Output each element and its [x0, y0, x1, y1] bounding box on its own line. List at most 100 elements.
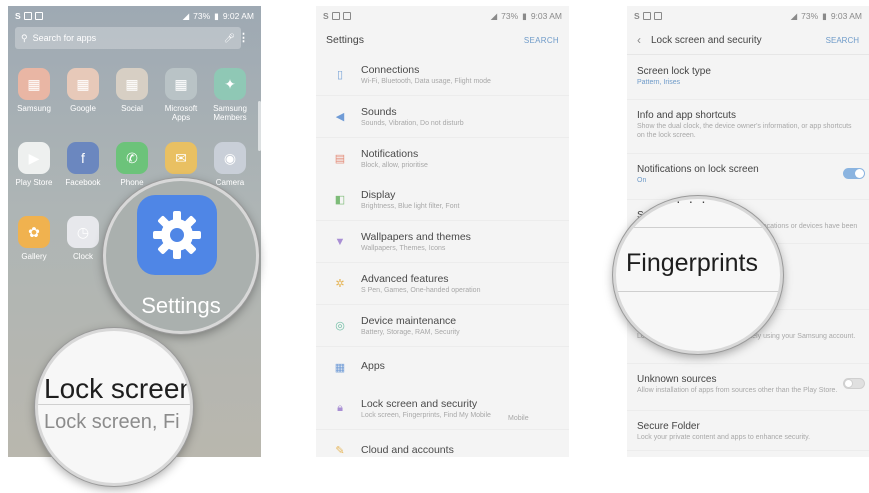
- settings-item-device-maintenance[interactable]: ◎ Device maintenance Battery, Storage, RAM…: [316, 304, 569, 347]
- samsung-folder-icon: ▦: [18, 68, 50, 100]
- app-search-bar[interactable]: ⚲ Search for apps 🎤︎: [15, 27, 241, 49]
- settings-item-text: Apps: [361, 360, 385, 374]
- settings-item-title: Apps: [361, 360, 385, 373]
- app-microsoft-folder[interactable]: ▦ Microsoft Apps: [156, 68, 206, 122]
- lock-item-secure-folder[interactable]: Secure Folder Lock your private content a…: [627, 411, 869, 451]
- battery-level: 73%: [801, 11, 819, 21]
- settings-item-connections[interactable]: ▯ Connections Wi-Fi, Bluetooth, Data usage…: [316, 54, 569, 96]
- settings-item-display[interactable]: ◧ Display Brightness, Blue light filter, F…: [316, 179, 569, 222]
- signal-icon: ◢: [182, 10, 190, 21]
- settings-item-key[interactable]: ✎ Cloud and accounts: [316, 430, 569, 457]
- settings-item-advanced-features[interactable]: ✲ Advanced features S Pen, Games, One-hand…: [316, 263, 569, 305]
- toggle-knob: [844, 379, 853, 388]
- status-carrier: S: [634, 11, 640, 21]
- app-label: Microsoft Apps: [164, 104, 198, 122]
- lock-item-title: Unknown sources: [637, 374, 717, 385]
- settings-item-title: Display: [361, 189, 396, 202]
- settings-item-subtitle: Block, allow, prioritise: [361, 161, 428, 169]
- battery-icon: ▮: [214, 10, 219, 21]
- play-store-icon: ▶: [18, 142, 50, 174]
- lock-item-notifications-on-lock-screen[interactable]: Notifications on lock screen On: [627, 154, 869, 200]
- scrollbar[interactable]: [258, 101, 261, 151]
- settings-item-text: Connections Wi-Fi, Bluetooth, Data usage,…: [361, 64, 491, 85]
- toggle-knob: [855, 169, 864, 178]
- magnified-fingerprints-label[interactable]: Fingerprints: [626, 249, 758, 278]
- search-icon: ⚲: [21, 32, 28, 43]
- app-label: Google: [70, 104, 96, 113]
- app-camera[interactable]: ◉ Camera: [205, 142, 255, 187]
- app-play-store[interactable]: ▶ Play Store: [9, 142, 59, 187]
- page-title: Settings: [326, 34, 364, 46]
- search-button[interactable]: SEARCH: [524, 36, 559, 45]
- settings-item-text: Cloud and accounts: [361, 444, 454, 457]
- unknown-sources-toggle[interactable]: [843, 378, 865, 389]
- gallery-icon: ✿: [18, 216, 50, 248]
- notifications-toggle[interactable]: [843, 168, 865, 179]
- settings-header: Settings SEARCH: [316, 26, 569, 55]
- app-label: Gallery: [21, 252, 47, 261]
- settings-item-text: Wallpapers and themes Wallpapers, Themes,…: [361, 231, 471, 252]
- settings-gear-icon[interactable]: [137, 195, 217, 275]
- notification-icon: [331, 12, 340, 20]
- phone-icon: ✆: [116, 142, 148, 174]
- camera-icon: ◉: [214, 142, 246, 174]
- divider: [616, 291, 780, 292]
- lock-item-subtitle: Show the dual clock, the device owner's …: [637, 123, 852, 139]
- app-clock[interactable]: ◷ Clock: [58, 216, 108, 261]
- status-bar: S ◢ 73% ▮ 9:03 AM: [627, 6, 869, 26]
- microsoft-folder-icon: ▦: [165, 68, 197, 100]
- lock-icon: 🔒︎: [337, 402, 343, 415]
- lock-item-unknown-sources[interactable]: Unknown sources Allow installation of app…: [627, 364, 869, 411]
- status-bar: S ◢ 73% ▮ 9:02 AM: [8, 6, 261, 26]
- app-samsung-folder[interactable]: ▦ Samsung: [9, 68, 59, 113]
- search-button[interactable]: SEARCH: [826, 36, 859, 45]
- settings-item-title: Device maintenance: [361, 314, 457, 327]
- notification-icon: [34, 12, 43, 20]
- more-options-icon[interactable]: ⋮: [238, 31, 249, 44]
- settings-item-lock[interactable]: 🔒︎ Lock screen and security Lock screen, F…: [316, 388, 569, 431]
- settings-item-apps[interactable]: ▦ Apps: [316, 346, 569, 389]
- app-label: Samsung: [17, 104, 51, 113]
- lock-item-screen-lock-type[interactable]: Screen lock type Pattern, Irises: [627, 56, 869, 100]
- settings-item-sounds[interactable]: ◀ Sounds Sounds, Vibration, Do not disturb: [316, 95, 569, 138]
- sounds-icon: ◀: [335, 110, 345, 123]
- magnified-lock-screen-subtitle: Lock screen, Fi: [44, 411, 180, 433]
- lock-item-info-and-app-shortcuts[interactable]: Info and app shortcuts Show the dual cloc…: [627, 100, 869, 154]
- signal-icon: ◢: [490, 10, 498, 21]
- back-icon[interactable]: ‹: [637, 33, 641, 47]
- settings-item-subtitle: Battery, Storage, RAM, Security: [361, 328, 460, 336]
- app-phone[interactable]: ✆ Phone: [107, 142, 157, 187]
- notification-icon: [653, 12, 662, 20]
- display-icon: ◧: [334, 194, 346, 207]
- app-label: Facebook: [65, 178, 101, 187]
- settings-item-text: Lock screen and security Lock screen, Fin…: [361, 398, 491, 419]
- lock-item-subtitle: Pattern, Irises: [637, 79, 681, 86]
- status-time: 9:03 AM: [530, 11, 562, 21]
- app-facebook[interactable]: f Facebook: [58, 142, 108, 187]
- app-google-folder[interactable]: ▦ Google: [58, 68, 108, 113]
- settings-item-wallpapers[interactable]: ▼ Wallpapers and themes Wallpapers, Themes…: [316, 221, 569, 264]
- notification-icon: [23, 12, 32, 20]
- app-samsung-members[interactable]: ✦ Samsung Members: [205, 68, 255, 122]
- mic-icon[interactable]: 🎤︎: [224, 33, 235, 44]
- settings-item-subtitle: Sounds, Vibration, Do not disturb: [361, 119, 464, 127]
- magnified-lock-screen-title: Lock screen: [44, 373, 193, 404]
- settings-item-subtitle: Lock screen, Fingerprints, Find My Mobil…: [361, 412, 491, 420]
- page-title: Lock screen and security: [651, 34, 762, 46]
- settings-item-notifications[interactable]: ▤ Notifications Block, allow, prioritise: [316, 137, 569, 180]
- settings-item-title: Advanced features: [361, 273, 449, 285]
- lock-item-title: Notifications on lock screen: [637, 164, 759, 175]
- settings-item-text: Advanced features S Pen, Games, One-hande…: [361, 273, 480, 294]
- clock-icon: ◷: [67, 216, 99, 248]
- status-time: 9:02 AM: [222, 11, 254, 21]
- settings-item-subtitle: Wallpapers, Themes, Icons: [361, 245, 446, 253]
- status-carrier: S: [15, 11, 21, 21]
- lock-header: ‹ Lock screen and security SEARCH: [627, 26, 869, 55]
- app-social-folder[interactable]: ▦ Social: [107, 68, 157, 113]
- settings-item-subtitle: Brightness, Blue light filter, Font: [361, 203, 460, 211]
- settings-item-title: Cloud and accounts: [361, 443, 454, 456]
- social-folder-icon: ▦: [116, 68, 148, 100]
- app-gallery[interactable]: ✿ Gallery: [9, 216, 59, 261]
- status-time: 9:03 AM: [830, 11, 862, 21]
- apps-icon: ▦: [334, 361, 346, 374]
